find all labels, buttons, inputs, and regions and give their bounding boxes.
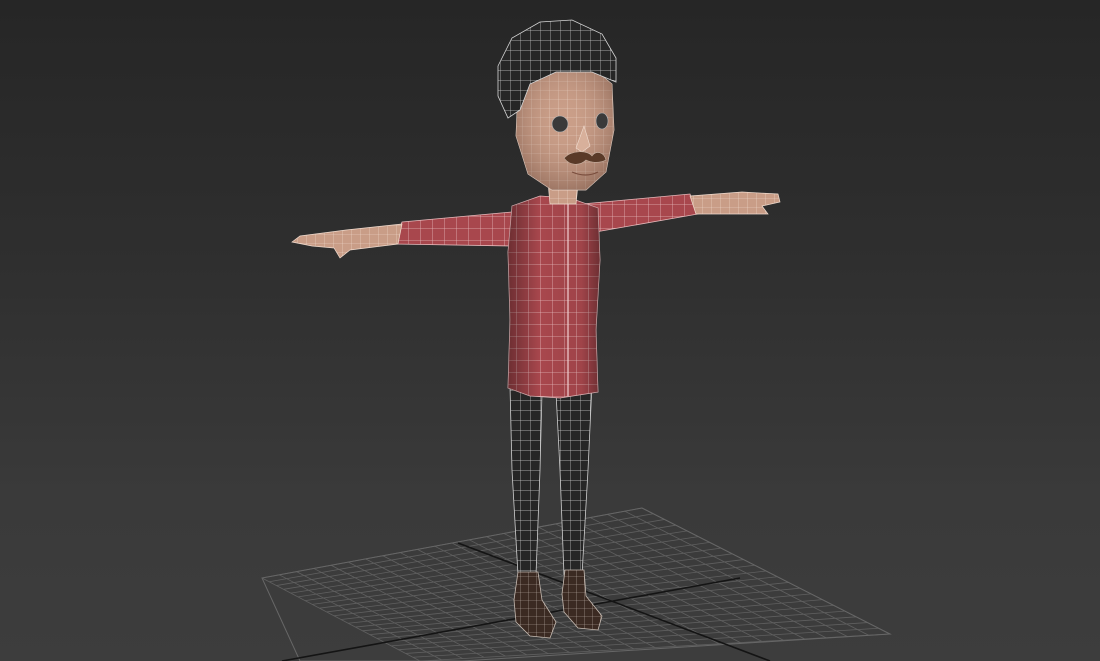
grid-line xyxy=(624,510,869,636)
left-boot xyxy=(513,571,557,639)
grid-line xyxy=(384,604,834,643)
grid-line xyxy=(590,517,827,639)
grid-line xyxy=(641,507,891,635)
grid-line xyxy=(607,514,848,637)
grid-line xyxy=(412,627,879,658)
left-hand xyxy=(291,223,403,259)
left-arm-sleeve xyxy=(393,211,513,247)
right-hand xyxy=(689,191,781,215)
right-arm-sleeve xyxy=(581,193,699,235)
3d-viewport[interactable] xyxy=(0,0,1100,661)
character-model[interactable] xyxy=(291,19,781,639)
grid-line xyxy=(398,616,857,651)
viewport-canvas[interactable] xyxy=(0,0,1100,661)
left-leg xyxy=(509,385,543,576)
right-eye xyxy=(595,112,609,130)
left-eye xyxy=(551,115,569,133)
right-boot xyxy=(561,569,603,631)
